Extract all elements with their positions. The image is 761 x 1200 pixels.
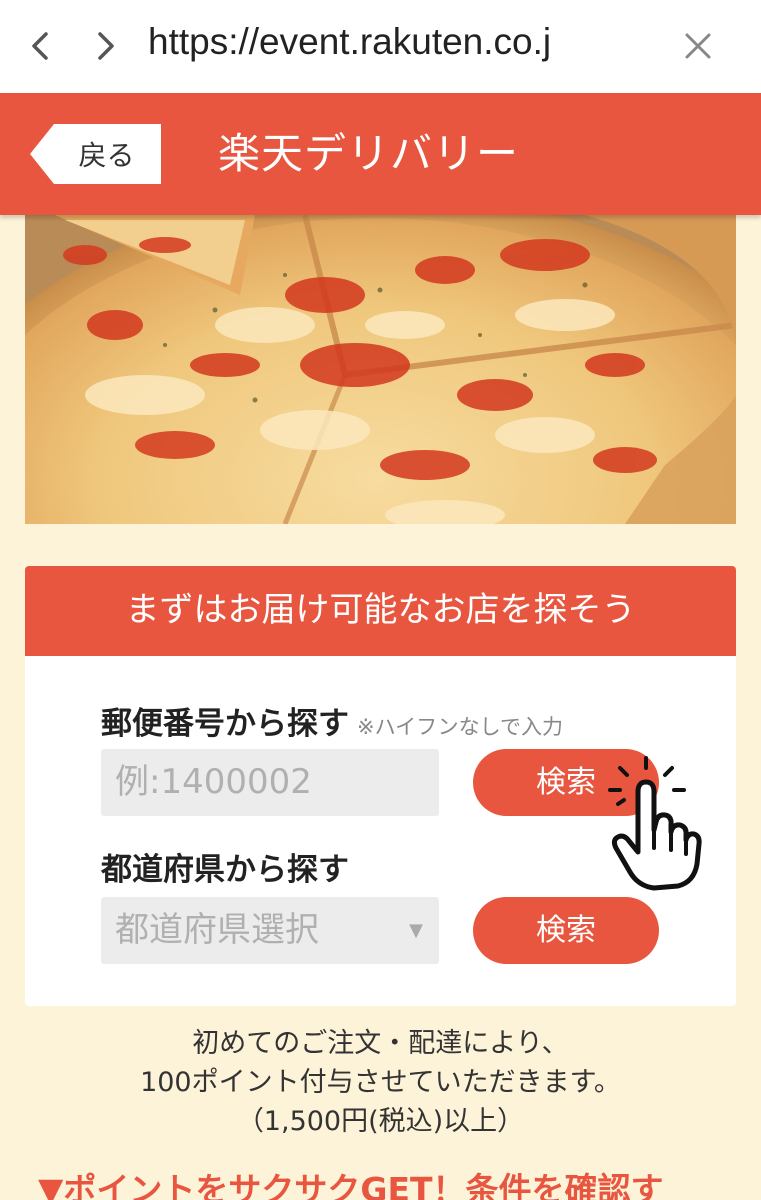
back-arrow-icon[interactable]	[20, 22, 60, 70]
points-conditions-link[interactable]: ▼ポイントをサクサクGET！条件を確認す	[38, 1160, 761, 1200]
prefecture-select[interactable]: 都道府県選択 ▼	[101, 897, 439, 964]
prefecture-search-label: 都道府県から探す	[101, 852, 349, 888]
close-icon[interactable]	[676, 24, 720, 68]
postal-note: ※ハイフンなしで入力	[357, 715, 563, 739]
info-line-3: （1,500円(税込)以上）	[236, 1106, 525, 1137]
postal-code-input[interactable]: 例:1400002	[101, 749, 439, 816]
browser-toolbar: https://event.rakuten.co.j	[0, 0, 761, 93]
page-title: 楽天デリバリー	[218, 129, 520, 178]
postal-label-text: 郵便番号から探す	[101, 706, 349, 742]
postal-search-label: 郵便番号から探す ※ハイフンなしで入力	[101, 698, 563, 743]
panel-heading: まずはお届け可能なお店を探そう	[25, 566, 736, 656]
app-header: 戻る 楽天デリバリー	[0, 93, 761, 215]
tap-hand-icon	[598, 752, 708, 892]
back-button[interactable]: 戻る	[30, 124, 161, 184]
address-bar-url[interactable]: https://event.rakuten.co.j	[148, 14, 632, 70]
prefecture-select-value: 都道府県選択	[115, 910, 319, 950]
prefecture-search-button[interactable]: 検索	[473, 897, 659, 964]
dropdown-triangle-icon: ▼	[409, 920, 423, 941]
info-line-2: 100ポイント付与させていただきます。	[140, 1067, 621, 1098]
forward-arrow-icon[interactable]	[86, 22, 126, 70]
first-order-info: 初めてのご注文・配達により、 100ポイント付与させていただきます。 （1,50…	[0, 1024, 761, 1141]
hero-pizza-image	[25, 215, 736, 524]
info-line-1: 初めてのご注文・配達により、	[192, 1028, 569, 1059]
